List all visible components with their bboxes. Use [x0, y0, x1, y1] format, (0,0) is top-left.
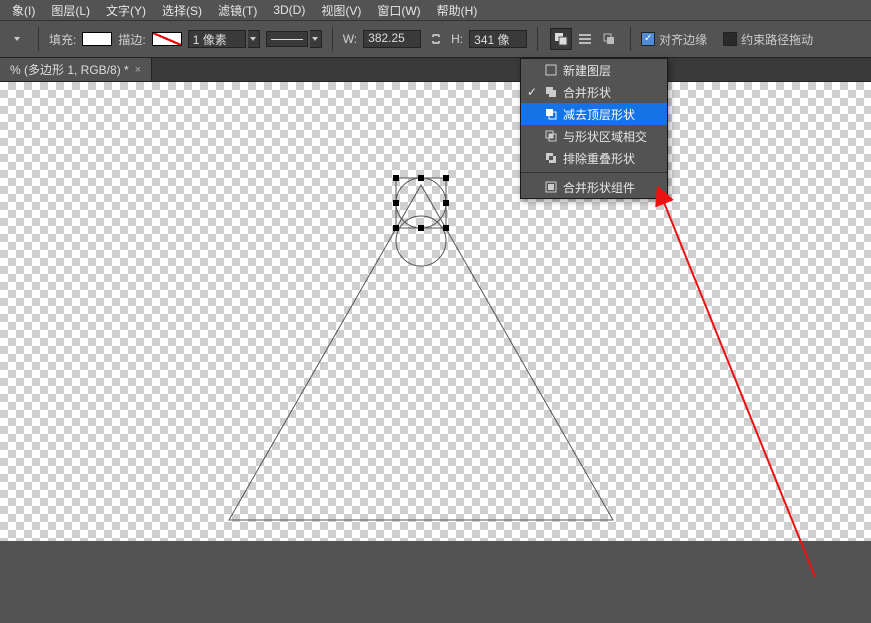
separator [537, 27, 538, 51]
path-operations-menu: 新建图层 ✓ 合并形状 减去顶层形状 与形状区域相交 排除重叠形状 合并形状组件 [520, 58, 668, 199]
menu-item-exclude[interactable]: 排除重叠形状 [521, 147, 667, 169]
menu-filter[interactable]: 滤镜(T) [210, 0, 265, 21]
height-label: H: [451, 32, 463, 46]
menu-item-new-layer[interactable]: 新建图层 [521, 59, 667, 81]
menu-item-combine[interactable]: ✓ 合并形状 [521, 81, 667, 103]
separator [630, 27, 631, 51]
menu-image[interactable]: 象(I) [4, 0, 43, 21]
path-alignment-button[interactable] [574, 28, 596, 50]
canvas[interactable] [0, 82, 871, 541]
link-wh-icon[interactable] [427, 28, 445, 50]
fill-swatch[interactable] [82, 32, 112, 46]
separator [332, 27, 333, 51]
fill-label: 填充: [49, 31, 76, 48]
menu-item-label: 合并形状组件 [563, 179, 635, 196]
menu-item-label: 减去顶层形状 [563, 106, 635, 123]
menu-view[interactable]: 视图(V) [313, 0, 369, 21]
checkbox-icon [641, 32, 655, 46]
stroke-label: 描边: [118, 31, 145, 48]
separator [38, 27, 39, 51]
menu-help[interactable]: 帮助(H) [429, 0, 486, 21]
stroke-style-dropdown[interactable] [310, 30, 322, 48]
document-tab-title: % (多边形 1, RGB/8) * [10, 61, 129, 78]
options-bar: 填充: 描边: 1 像素 W: 382.25 H: 341 像 对齐边缘 [0, 20, 871, 58]
menu-item-intersect[interactable]: 与形状区域相交 [521, 125, 667, 147]
menu-3d[interactable]: 3D(D) [265, 1, 313, 19]
intersect-icon [543, 129, 559, 143]
menu-item-label: 排除重叠形状 [563, 150, 635, 167]
check-icon: ✓ [525, 85, 539, 99]
height-input[interactable]: 341 像 [469, 30, 527, 48]
close-icon[interactable]: × [135, 64, 141, 76]
stroke-width-dropdown[interactable] [248, 30, 260, 48]
menu-item-subtract-front[interactable]: 减去顶层形状 [521, 103, 667, 125]
document-tab[interactable]: % (多边形 1, RGB/8) * × [0, 58, 152, 81]
width-input[interactable]: 382.25 [363, 30, 421, 48]
stroke-style-preview[interactable] [266, 31, 308, 47]
merge-icon [543, 180, 559, 194]
menu-bar: 象(I) 图层(L) 文字(Y) 选择(S) 滤镜(T) 3D(D) 视图(V)… [0, 0, 871, 20]
menu-select[interactable]: 选择(S) [154, 0, 210, 21]
subtract-icon [543, 107, 559, 121]
menu-type[interactable]: 文字(Y) [98, 0, 154, 21]
path-operations-button[interactable] [550, 28, 572, 50]
menu-item-label: 新建图层 [563, 62, 611, 79]
constrain-path-checkbox[interactable]: 约束路径拖动 [723, 31, 813, 48]
align-edges-label: 对齐边缘 [659, 31, 707, 48]
combine-icon [543, 85, 559, 99]
menu-item-label: 合并形状 [563, 84, 611, 101]
menu-window[interactable]: 窗口(W) [369, 0, 428, 21]
align-edges-checkbox[interactable]: 对齐边缘 [641, 31, 707, 48]
new-layer-icon [543, 63, 559, 77]
path-arrangement-button[interactable] [598, 28, 620, 50]
width-label: W: [343, 32, 357, 46]
exclude-icon [543, 151, 559, 165]
menu-layer[interactable]: 图层(L) [43, 0, 98, 21]
menu-item-merge-components[interactable]: 合并形状组件 [521, 176, 667, 198]
document-tab-bar: % (多边形 1, RGB/8) * × [0, 58, 871, 82]
menu-separator [521, 172, 667, 173]
stroke-width-input[interactable]: 1 像素 [188, 30, 246, 48]
checkbox-icon [723, 32, 737, 46]
menu-item-label: 与形状区域相交 [563, 128, 647, 145]
shape-preset-dropdown[interactable] [6, 28, 28, 50]
constrain-path-label: 约束路径拖动 [741, 31, 813, 48]
shape-path[interactable] [0, 82, 871, 541]
stroke-swatch[interactable] [152, 32, 182, 46]
